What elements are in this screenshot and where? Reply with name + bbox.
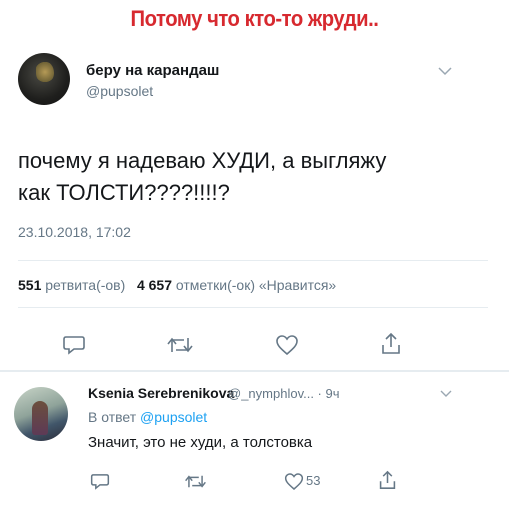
- retweet-icon[interactable]: [184, 472, 207, 491]
- retweets-count[interactable]: 551: [18, 277, 41, 293]
- reply-to-handle-link[interactable]: @pupsolet: [140, 409, 207, 425]
- likes-label[interactable]: отметки(-ок) «Нравится»: [176, 277, 336, 293]
- reply-author-avatar[interactable]: [14, 387, 68, 441]
- reply-likes-count: 53: [306, 473, 321, 488]
- like-icon[interactable]: [275, 334, 299, 356]
- reply-author-name[interactable]: Ksenia Serebrenikova: [88, 385, 234, 401]
- author-avatar[interactable]: [18, 53, 70, 105]
- reply-handle-time[interactable]: @_nymphlov... · 9ч: [228, 386, 340, 401]
- chevron-down-icon[interactable]: [438, 66, 452, 76]
- avatar-image-detail: [36, 61, 54, 83]
- reply-to-line: В ответ @pupsolet: [88, 409, 207, 425]
- like-icon[interactable]: [284, 472, 304, 491]
- divider: [18, 307, 488, 308]
- meme-caption: Потому что кто-то жруди..: [130, 6, 379, 31]
- avatar-image-detail: [32, 401, 48, 435]
- reply-icon[interactable]: [90, 472, 110, 491]
- reply-icon[interactable]: [62, 334, 86, 356]
- likes-count[interactable]: 4 657: [137, 277, 172, 293]
- retweet-icon[interactable]: [166, 334, 194, 356]
- divider: [18, 260, 488, 261]
- tweet-timestamp[interactable]: 23.10.2018, 17:02: [18, 224, 131, 240]
- reply-text: Значит, это не худи, а толстовка: [88, 434, 313, 451]
- tweet-text-line-1: почему я надеваю ХУДИ, а выгляжу: [18, 148, 387, 173]
- author-name[interactable]: беру на карандаш: [86, 62, 219, 79]
- chevron-down-icon[interactable]: [440, 389, 452, 398]
- share-icon[interactable]: [380, 331, 402, 356]
- retweets-label[interactable]: ретвита(-ов): [45, 277, 125, 293]
- section-divider: [0, 370, 509, 372]
- tweet-text-line-2: как ТОЛСТИ????!!!!?: [18, 180, 230, 205]
- author-handle[interactable]: @pupsolet: [86, 83, 153, 99]
- reply-to-prefix: В ответ: [88, 409, 137, 425]
- tweet-stats: 551 ретвита(-ов) 4 657 отметки(-ок) «Нра…: [18, 277, 336, 293]
- tweet-text: почему я надеваю ХУДИ, а выгляжу как ТОЛ…: [18, 145, 488, 209]
- share-icon[interactable]: [378, 469, 397, 491]
